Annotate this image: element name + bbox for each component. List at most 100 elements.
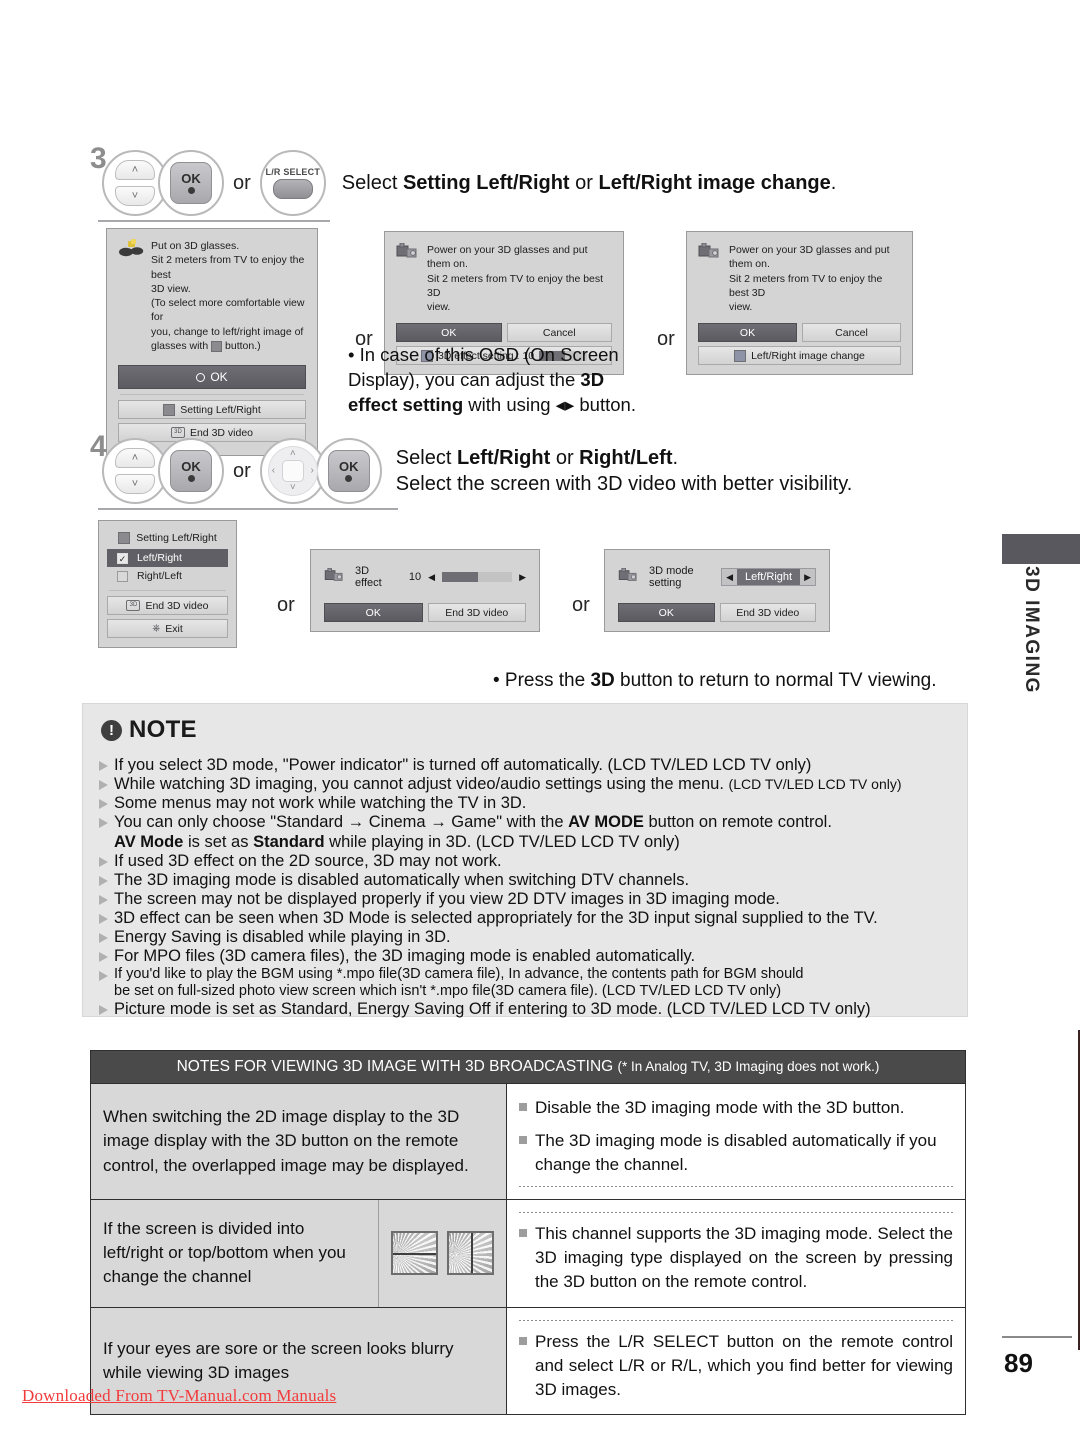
osd-3d-mode-setting-panel: 3D mode setting ◀ Left/Right ▶ OK End 3D… bbox=[604, 549, 830, 632]
osd-ok-button[interactable]: OK bbox=[698, 323, 797, 343]
note-item: The 3D imaging mode is disabled automati… bbox=[99, 871, 951, 890]
note-item: 3D effect can be seen when 3D Mode is se… bbox=[99, 909, 951, 928]
action-bullet: Press the L/R SELECT button on the remot… bbox=[519, 1330, 953, 1402]
step-4-divider bbox=[98, 508, 398, 510]
table-cell-actions: This channel supports the 3D imaging mod… bbox=[506, 1200, 965, 1307]
step-4-instruction-line-1: Select Left/Right or Right/Left. bbox=[395, 446, 679, 469]
top-bottom-split-thumbnail bbox=[391, 1231, 438, 1276]
osd-3d-effect-panel: 3D effect 10 ◀ ▶ OK End 3D video bbox=[310, 549, 540, 632]
note-item: While watching 3D imaging, you cannot ad… bbox=[99, 775, 951, 794]
step-4-instruction-line-2: Select the screen with 3D video with bet… bbox=[395, 473, 853, 495]
osd-end-3d-video-button[interactable]: End 3D video bbox=[427, 603, 526, 622]
note-item-text: The 3D imaging mode is disabled automati… bbox=[114, 870, 690, 889]
ok-button[interactable]: OK bbox=[158, 150, 224, 216]
page-number: 89 bbox=[1004, 1348, 1033, 1378]
osd-message-text: Put on 3D glasses. Sit 2 meters from TV t… bbox=[151, 240, 305, 352]
action-text: This channel supports the 3D imaging mod… bbox=[535, 1224, 953, 1292]
note-item-text: Energy Saving is disabled while playing … bbox=[114, 928, 451, 947]
ok-dot-icon bbox=[345, 475, 353, 482]
triangle-bullet-icon bbox=[99, 971, 108, 982]
osd-put-on-3d-glasses: Put on 3D glasses. Sit 2 meters from TV t… bbox=[106, 228, 318, 457]
table-cell-condition: If the screen is divided into left/right… bbox=[91, 1200, 378, 1307]
dotted-divider bbox=[519, 1319, 953, 1321]
navigation-dpad-button[interactable]: ˄ ˅ ‹ › bbox=[259, 438, 326, 504]
step-4-footnote: • Press the 3D button to return to norma… bbox=[493, 670, 937, 691]
osd-menu-setting-left-right[interactable]: Setting Left/Right bbox=[118, 400, 306, 420]
triangle-bullet-icon bbox=[99, 761, 108, 771]
square-bullet-icon bbox=[519, 1102, 527, 1111]
rocker-down-icon[interactable]: ˅ bbox=[115, 474, 155, 494]
square-bullet-icon bbox=[519, 1229, 527, 1238]
osd-left-right-image-change: Power on your 3D glasses and put them on… bbox=[686, 231, 913, 376]
note-item-text: Some menus may not work while watching t… bbox=[114, 794, 527, 813]
osd-3d-effect-value: 10 bbox=[408, 571, 422, 583]
3d-projector-icon bbox=[618, 567, 642, 586]
mode-right-arrow-icon[interactable]: ▶ bbox=[800, 570, 815, 585]
note-item: The screen may not be displayed properly… bbox=[99, 890, 951, 909]
slider-right-arrow-icon[interactable]: ▶ bbox=[519, 572, 526, 583]
3d-effect-slider[interactable] bbox=[442, 572, 513, 582]
lr-select-button[interactable]: L/R SELECT bbox=[259, 150, 326, 216]
table-row: If the screen is divided into left/right… bbox=[91, 1199, 965, 1307]
note-box: ! NOTE If you select 3D mode, "Power ind… bbox=[82, 703, 968, 1019]
osd-option-right-left[interactable]: Right/Left bbox=[107, 567, 228, 585]
osd-setting-left-right-menu: Setting Left/Right ✓ Left/Right Right/Le… bbox=[98, 520, 237, 648]
3d-projector-icon bbox=[698, 242, 722, 261]
note-item: You can only choose "Standard → Cinema →… bbox=[99, 813, 951, 851]
ok-button[interactable]: OK bbox=[158, 438, 224, 504]
osd-cancel-button[interactable]: Cancel bbox=[506, 323, 612, 343]
triangle-bullet-icon bbox=[99, 952, 108, 963]
osd-option-left-right[interactable]: ✓ Left/Right bbox=[107, 549, 228, 567]
note-item-text: If you select 3D mode, "Power indicator"… bbox=[114, 756, 812, 774]
note-item: Picture mode is set as Standard, Energy … bbox=[99, 1000, 951, 1019]
osd-cancel-button[interactable]: Cancel bbox=[802, 323, 901, 343]
lr-select-label: L/R SELECT bbox=[265, 167, 321, 177]
dpad-up-icon[interactable]: ˄ bbox=[290, 449, 296, 459]
action-text: The 3D imaging mode is disabled automati… bbox=[535, 1130, 937, 1175]
ok-button[interactable]: OK bbox=[315, 438, 382, 504]
rocker-up-icon[interactable]: ˄ bbox=[115, 160, 155, 180]
3d-glasses-icon bbox=[118, 239, 144, 259]
note-header: ! NOTE bbox=[83, 704, 967, 748]
ok-dot-icon bbox=[187, 187, 195, 194]
watermark: Downloaded From TV-Manual.com Manuals bbox=[22, 1386, 337, 1405]
osd-left-right-image-change-row[interactable]: Left/Right image change bbox=[698, 346, 901, 366]
exclamation-icon: ! bbox=[101, 719, 122, 741]
triangle-bullet-icon bbox=[99, 894, 108, 905]
rocker-up-icon[interactable]: ˄ bbox=[115, 448, 155, 468]
osd-ok-label: OK bbox=[210, 370, 228, 385]
table-cell-actions: Disable the 3D imaging mode with the 3D … bbox=[506, 1083, 965, 1200]
osd-menu-end-3d-video[interactable]: 3D End 3D video bbox=[107, 596, 228, 615]
osd-ok-button[interactable]: OK bbox=[118, 365, 306, 390]
slider-left-arrow-icon[interactable]: ◀ bbox=[428, 572, 435, 583]
dpad-down-icon[interactable]: ˅ bbox=[290, 483, 296, 493]
osd-ok-button[interactable]: OK bbox=[618, 603, 715, 622]
3d-projector-icon bbox=[396, 242, 420, 261]
triangle-bullet-icon bbox=[99, 914, 108, 924]
step-4-controls: ˄ ˅ OK or ˄ ˅ ‹ › OK Select Left/Right o… bbox=[102, 436, 968, 506]
ok-button-label: OK bbox=[181, 171, 201, 186]
dpad-right-icon[interactable]: › bbox=[310, 466, 313, 476]
note-item-text: For MPO files (3D camera files), the 3D … bbox=[114, 947, 696, 966]
osd-ok-button[interactable]: OK bbox=[396, 323, 502, 343]
broadcasting-notes-table: NOTES FOR VIEWING 3D IMAGE WITH 3D BROAD… bbox=[90, 1050, 966, 1415]
lr-select-pill-icon[interactable] bbox=[272, 179, 313, 199]
note-item: Energy Saving is disabled while playing … bbox=[99, 928, 951, 947]
table-header: NOTES FOR VIEWING 3D IMAGE WITH 3D BROAD… bbox=[91, 1051, 965, 1083]
osd-menu-exit[interactable]: ⎈ Exit bbox=[107, 619, 228, 638]
note-item-text: The screen may not be displayed properly… bbox=[114, 889, 780, 908]
osd-ok-button[interactable]: OK bbox=[324, 603, 423, 622]
dotted-divider bbox=[519, 1186, 953, 1188]
dpad-left-icon[interactable]: ‹ bbox=[272, 466, 275, 476]
osd-end-3d-video-button[interactable]: End 3D video bbox=[719, 603, 816, 622]
osd-3d-mode-value: Left/Right bbox=[736, 569, 801, 585]
ok-button-label: OK bbox=[181, 459, 201, 474]
table-cell-condition: When switching the 2D image display to t… bbox=[91, 1083, 506, 1200]
table-header-sub: (* In Analog TV, 3D Imaging does not wor… bbox=[617, 1059, 880, 1074]
action-text: Disable the 3D imaging mode with the 3D … bbox=[535, 1097, 905, 1117]
table-cell-actions: Press the L/R SELECT button on the remot… bbox=[506, 1307, 965, 1414]
rocker-down-icon[interactable]: ˅ bbox=[115, 186, 155, 206]
action-bullet: Disable the 3D imaging mode with the 3D … bbox=[519, 1096, 953, 1120]
dpad-center[interactable] bbox=[281, 460, 304, 482]
mode-left-arrow-icon[interactable]: ◀ bbox=[722, 570, 737, 585]
